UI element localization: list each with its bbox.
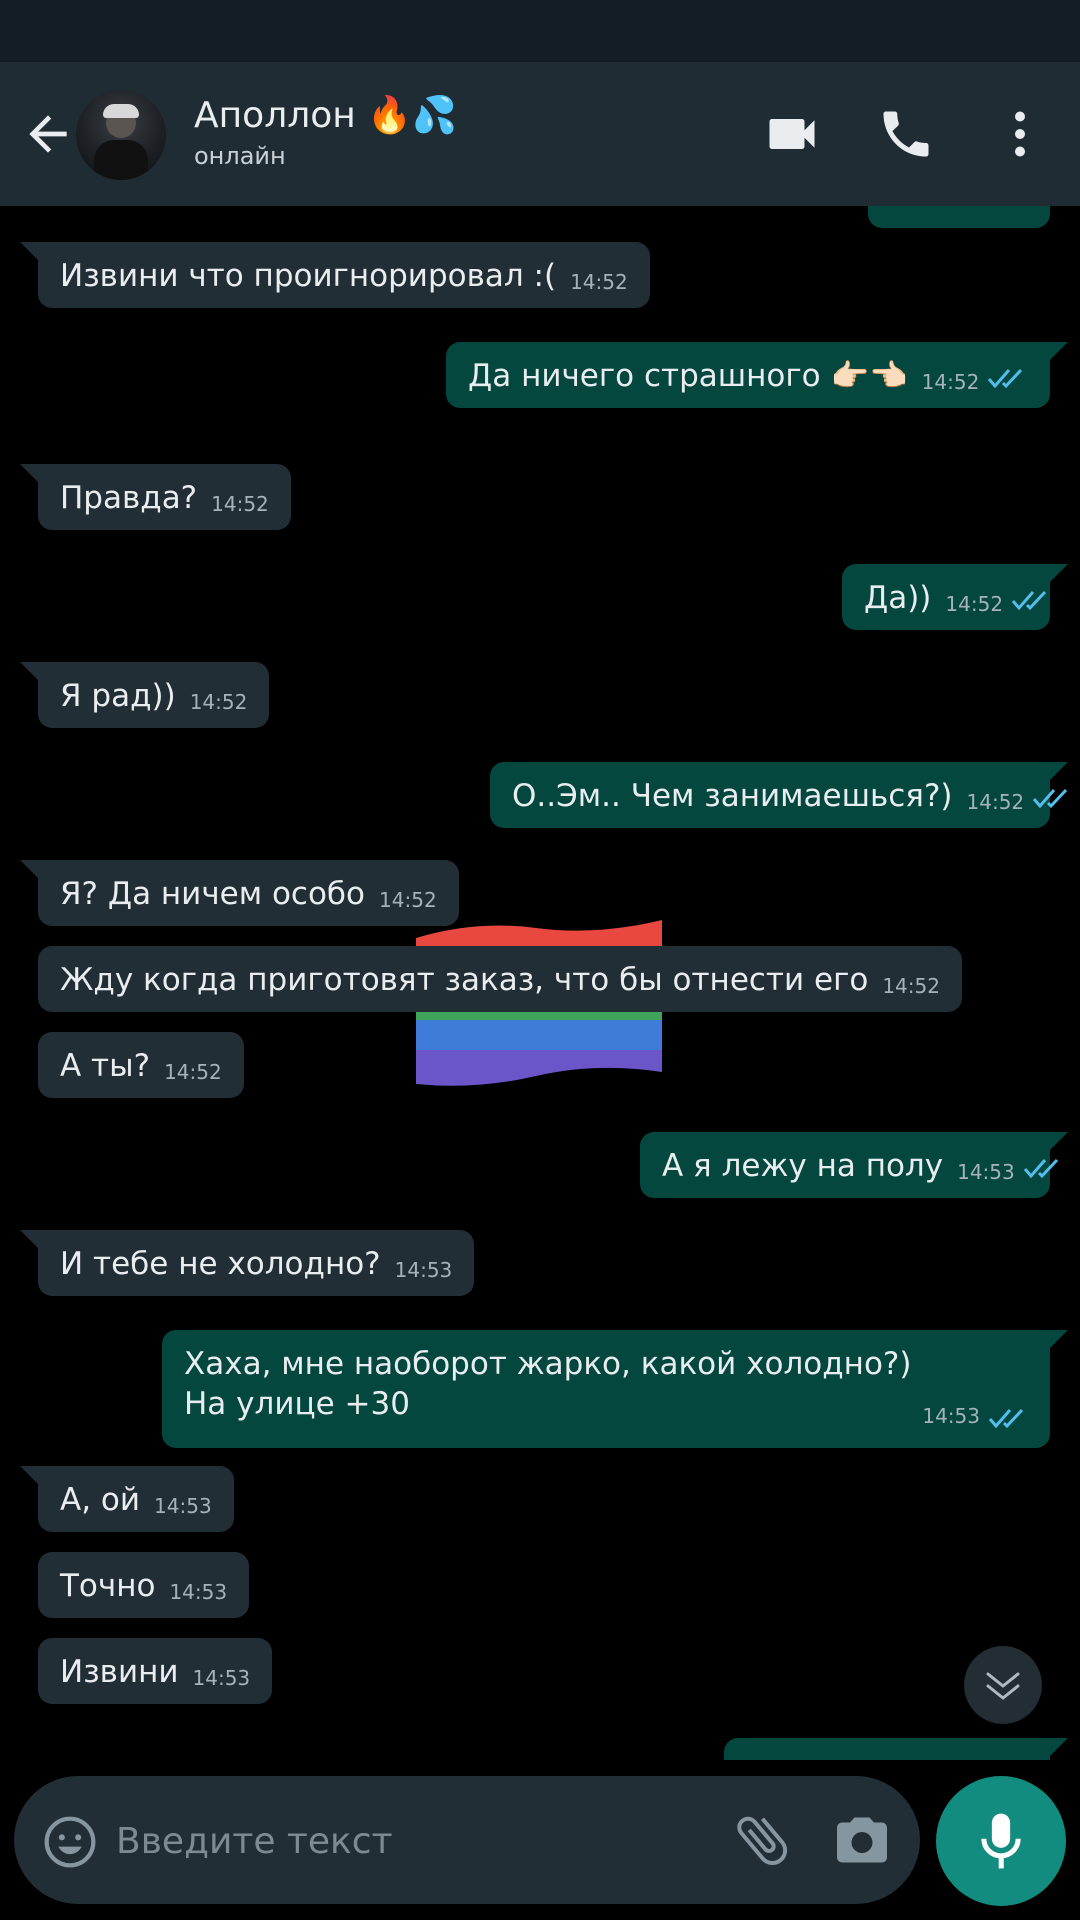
mic-icon [981, 1813, 1021, 1869]
avatar[interactable] [76, 90, 166, 180]
attach-icon[interactable] [730, 1808, 794, 1872]
message-bubble-incoming[interactable]: А ты? 14:52 [38, 1032, 244, 1098]
message-bubble-incoming[interactable]: Жду когда приготовят заказ, что бы отнес… [38, 946, 962, 1012]
message-text-line-1: Хаха, мне наоборот жарко, какой холодно?… [184, 1346, 912, 1382]
message-time: 14:52 [164, 1060, 222, 1084]
message-bubble-incoming[interactable]: Извини что проигнорировал :( 14:52 [20, 242, 650, 308]
message-bubble-partial [724, 1738, 1068, 1760]
message-bubble-outgoing[interactable]: А я лежу на полу 14:53 [640, 1132, 1068, 1198]
message-text: Да ничего страшного 👉🏻👈🏻 [468, 358, 908, 394]
contact-name[interactable]: Аполлон 🔥💦 [194, 94, 457, 136]
message-meta: 14:53 [922, 1396, 1028, 1436]
message-time: 14:52 [921, 370, 980, 394]
message-bubble-incoming[interactable]: Правда? 14:52 [20, 464, 291, 530]
message-text: Жду когда приготовят заказ, что бы отнес… [60, 962, 869, 998]
mic-button[interactable] [936, 1776, 1066, 1906]
message-time: 14:53 [154, 1494, 212, 1518]
message-text: Извини что проигнорировал :( [60, 258, 557, 294]
message-list[interactable]: Извини что проигнорировал :( 14:52 Да нич… [0, 206, 1080, 1760]
double-check-icon [1011, 590, 1047, 610]
emoji-icon[interactable] [42, 1814, 98, 1870]
double-chevron-down-icon [986, 1672, 1020, 1700]
message-time: 14:52 [379, 888, 437, 912]
message-text: Да)) [864, 580, 932, 616]
message-bubble-incoming[interactable]: Точно 14:53 [38, 1552, 250, 1618]
message-text: Точно [60, 1568, 156, 1604]
message-time: 14:52 [570, 270, 628, 294]
message-time: 14:53 [922, 1404, 980, 1428]
message-bubble-incoming[interactable]: Я рад)) 14:52 [19, 662, 270, 728]
message-time: 14:53 [394, 1258, 453, 1282]
contact-status: онлайн [194, 142, 286, 170]
message-time: 14:53 [169, 1580, 228, 1604]
message-text: О..Эм.. Чем занимаешься?) [512, 778, 953, 814]
message-bubble-incoming[interactable]: А, ой 14:53 [20, 1466, 234, 1532]
message-text: А я лежу на полу [662, 1148, 944, 1184]
message-bubble-outgoing[interactable]: О..Эм.. Чем занимаешься?) 14:52 [490, 762, 1068, 828]
double-check-icon [1033, 788, 1068, 808]
message-time: 14:52 [945, 592, 1004, 616]
message-bubble-outgoing[interactable]: Да ничего страшного 👉🏻👈🏻 14:52 [446, 342, 1068, 408]
message-bubble-incoming[interactable]: И тебе не холодно? 14:53 [19, 1230, 475, 1296]
message-text: Я? Да ничем особо [60, 876, 366, 912]
double-check-icon [1023, 1158, 1058, 1178]
message-text: Правда? [60, 480, 198, 516]
message-bubble-incoming[interactable]: Я? Да ничем особо 14:52 [20, 860, 459, 926]
message-text: И тебе не холодно? [60, 1246, 381, 1282]
message-time: 14:53 [192, 1666, 251, 1690]
message-time: 14:52 [882, 974, 940, 998]
back-arrow-icon[interactable] [20, 106, 76, 162]
message-text: Я рад)) [60, 678, 176, 714]
message-bubble-incoming[interactable]: Извини 14:53 [38, 1638, 273, 1704]
double-check-icon [988, 368, 1023, 388]
message-time: 14:52 [211, 492, 269, 516]
message-text-line-2: На улице +30 [184, 1386, 410, 1422]
phone-icon[interactable] [876, 104, 936, 164]
message-time: 14:52 [966, 790, 1025, 814]
message-bubble-outgoing[interactable]: Да)) 14:52 [842, 564, 1068, 630]
message-bubble-partial [868, 206, 1050, 228]
message-time: 14:53 [957, 1160, 1015, 1184]
message-time: 14:52 [189, 690, 248, 714]
video-call-icon[interactable] [762, 104, 822, 164]
more-vert-icon[interactable] [990, 104, 1050, 164]
message-text: А ты? [60, 1048, 151, 1084]
status-bar [0, 0, 1080, 62]
message-composer [14, 1776, 920, 1904]
scroll-to-bottom-button[interactable] [964, 1646, 1042, 1724]
message-input[interactable] [114, 1804, 718, 1878]
double-check-icon [988, 1408, 1024, 1428]
camera-icon[interactable] [832, 1812, 892, 1868]
message-text: Извини [60, 1654, 179, 1690]
message-bubble-outgoing[interactable]: Хаха, мне наоборот жарко, какой холодно?… [162, 1330, 1068, 1448]
chat-header: Аполлон 🔥💦 онлайн [0, 62, 1080, 206]
message-text: А, ой [60, 1482, 141, 1518]
